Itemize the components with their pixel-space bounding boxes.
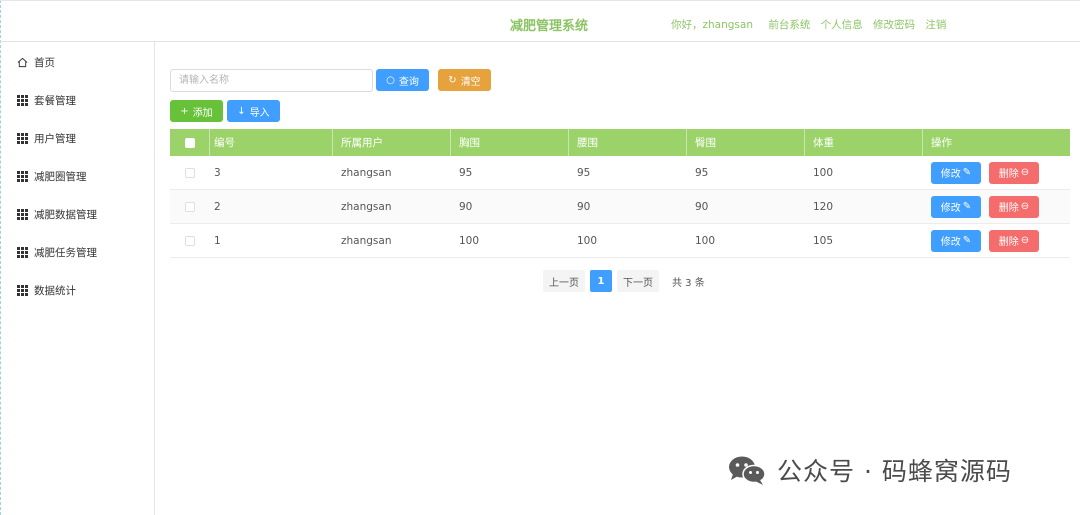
change-password-link[interactable]: 修改密码 (873, 19, 915, 31)
watermark-text: 公众号 · 码蜂窝源码 (777, 457, 1012, 486)
cell-weight: 105 (813, 234, 834, 247)
grid-icon (17, 132, 28, 144)
select-all-checkbox[interactable] (184, 137, 195, 148)
cell-hip: 90 (695, 200, 709, 213)
delete-icon: ⊖ (1020, 201, 1030, 212)
cell-weight: 120 (813, 200, 834, 213)
logout-link[interactable]: 注销 (925, 19, 946, 31)
cell-hip: 100 (695, 234, 716, 247)
import-button[interactable]: ↓ 导入 (227, 100, 280, 122)
table-row: 3 zhangsan 95 95 95 100 修改 ✎ 删除 ⊖ (170, 156, 1070, 190)
header-nav: 你好，zhangsan 前台系统 个人信息 修改密码 注销 (671, 17, 953, 32)
add-button[interactable]: + 添加 (170, 100, 223, 122)
sidebar: 首页 套餐管理 用户管理 减肥圈管理 减肥数据管理 减肥任务管理 数据统计 (0, 42, 155, 515)
table-row: 2 zhangsan 90 90 90 120 修改 ✎ 删除 ⊖ (170, 190, 1070, 224)
cell-chest: 100 (459, 234, 480, 247)
watermark: 公众号 · 码蜂窝源码 (727, 452, 1012, 488)
column-header[interactable]: 腰围 (569, 129, 687, 156)
query-button[interactable]: ○ 查询 (376, 69, 429, 91)
arrow-down-icon: ↓ (237, 105, 246, 117)
app-title: 减肥管理系统 (510, 19, 589, 34)
sidebar-item-statistics[interactable]: 数据统计 (17, 282, 76, 298)
plus-icon: + (180, 105, 189, 117)
total-count: 共 3 条 (672, 277, 705, 289)
sidebar-item-label: 数据统计 (34, 284, 76, 297)
cell-weight: 100 (813, 166, 834, 179)
cell-waist: 95 (577, 166, 591, 179)
column-header: 操作 (931, 137, 952, 149)
grid-icon (17, 284, 28, 296)
edit-icon: ✎ (962, 201, 972, 212)
cell-waist: 90 (577, 200, 591, 213)
search-icon: ○ (386, 74, 395, 86)
user-greeting: 你好，zhangsan (671, 19, 753, 31)
frontend-system-link[interactable]: 前台系统 (768, 19, 810, 31)
sidebar-item-users[interactable]: 用户管理 (17, 130, 76, 146)
row-checkbox[interactable] (185, 201, 195, 212)
profile-link[interactable]: 个人信息 (821, 19, 863, 31)
sidebar-item-label: 首页 (34, 56, 55, 69)
column-header[interactable]: 胸围 (451, 129, 569, 156)
row-checkbox[interactable] (185, 235, 195, 246)
delete-icon: ⊖ (1020, 235, 1030, 246)
delete-button[interactable]: 删除 ⊖ (989, 195, 1039, 218)
column-header[interactable]: 所属用户 (333, 129, 451, 156)
cell-chest: 95 (459, 166, 473, 179)
sidebar-item-label: 减肥任务管理 (34, 246, 97, 259)
cell-id: 3 (214, 166, 221, 179)
next-page-button[interactable]: 下一页 (617, 270, 659, 292)
cell-id: 2 (214, 200, 221, 213)
wechat-logo-icon (729, 456, 766, 485)
search-input[interactable] (170, 69, 373, 92)
sidebar-item-label: 减肥数据管理 (34, 208, 97, 221)
grid-icon (17, 94, 28, 106)
cell-user: zhangsan (341, 200, 392, 213)
cell-waist: 100 (577, 234, 598, 247)
home-icon (17, 57, 28, 67)
sidebar-item-home[interactable]: 首页 (17, 54, 55, 70)
grid-icon (17, 170, 28, 182)
delete-icon: ⊖ (1020, 167, 1030, 178)
sidebar-item-tasks[interactable]: 减肥任务管理 (17, 244, 97, 260)
table-row: 1 zhangsan 100 100 100 105 修改 ✎ 删除 ⊖ (170, 224, 1070, 258)
top-header: 减肥管理系统 你好，zhangsan 前台系统 个人信息 修改密码 注销 (0, 0, 1080, 42)
table-header: 编号 所属用户 胸围 腰围 臀围 体重 操作 (170, 129, 1070, 156)
sidebar-item-label: 减肥圈管理 (34, 170, 87, 183)
column-header[interactable]: 臀围 (687, 129, 805, 156)
data-table: 编号 所属用户 胸围 腰围 臀围 体重 操作 3 zhangsan 95 95 … (170, 129, 1070, 258)
sidebar-item-packages[interactable]: 套餐管理 (17, 92, 76, 108)
edit-button[interactable]: 修改 ✎ (931, 195, 981, 218)
sidebar-item-data[interactable]: 减肥数据管理 (17, 206, 97, 222)
pagination: 上一页 1 下一页 共 3 条 (543, 270, 705, 292)
edit-icon: ✎ (962, 167, 972, 178)
grid-icon (17, 208, 28, 220)
prev-page-button[interactable]: 上一页 (543, 270, 585, 292)
cell-user: zhangsan (341, 166, 392, 179)
column-header[interactable]: 编号 (210, 129, 333, 156)
cell-chest: 90 (459, 200, 473, 213)
cell-id: 1 (214, 234, 221, 247)
refresh-icon: ↻ (448, 74, 457, 86)
page-number-button[interactable]: 1 (590, 270, 612, 292)
cell-hip: 95 (695, 166, 709, 179)
delete-button[interactable]: 删除 ⊖ (989, 161, 1039, 184)
edit-button[interactable]: 修改 ✎ (931, 229, 981, 252)
clear-button[interactable]: ↻ 清空 (438, 69, 491, 91)
grid-icon (17, 246, 28, 258)
column-header[interactable]: 体重 (805, 129, 923, 156)
cell-user: zhangsan (341, 234, 392, 247)
edit-icon: ✎ (962, 235, 972, 246)
sidebar-item-label: 用户管理 (34, 132, 76, 145)
row-checkbox[interactable] (185, 167, 195, 178)
edit-button[interactable]: 修改 ✎ (931, 161, 981, 184)
sidebar-item-circle[interactable]: 减肥圈管理 (17, 168, 87, 184)
delete-button[interactable]: 删除 ⊖ (989, 229, 1039, 252)
sidebar-item-label: 套餐管理 (34, 94, 76, 107)
